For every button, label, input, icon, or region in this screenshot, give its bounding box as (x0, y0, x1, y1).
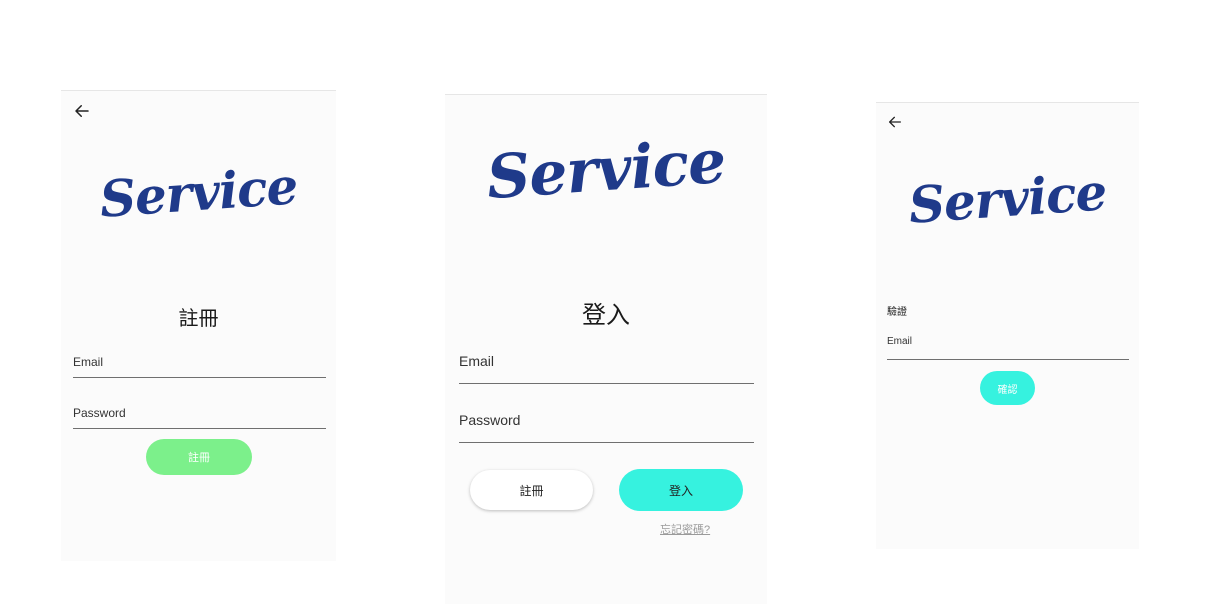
verify-screen: Service 驗證 Email 確認 (876, 102, 1139, 549)
password-placeholder: Password (459, 412, 521, 428)
page-title: 驗證 (887, 307, 907, 318)
service-logo: Service (484, 126, 728, 214)
page-title: 註冊 (178, 308, 219, 330)
page-title: 登入 (582, 302, 630, 329)
register-button[interactable]: 註冊 (146, 439, 252, 475)
back-arrow-icon[interactable] (73, 102, 91, 120)
back-arrow-icon[interactable] (887, 114, 903, 130)
register-screen: Service 註冊 Email Password 註冊 (61, 90, 336, 561)
email-field[interactable]: Email (459, 343, 754, 384)
email-placeholder: Email (887, 336, 913, 347)
email-placeholder: Email (459, 353, 495, 369)
email-placeholder: Email (73, 355, 104, 369)
forgot-password-link[interactable]: 忘記密碼? (660, 521, 710, 537)
password-field[interactable]: Password (73, 394, 326, 429)
register-button[interactable]: 註冊 (470, 470, 593, 510)
service-logo: Service (906, 162, 1109, 235)
email-field[interactable]: Email (887, 325, 1129, 360)
email-field[interactable]: Email (73, 343, 326, 378)
login-screen: Service 登入 Email Password 註冊 登入 忘記密碼? (445, 94, 767, 604)
password-placeholder: Password (73, 406, 126, 420)
confirm-button[interactable]: 確認 (980, 371, 1035, 405)
password-field[interactable]: Password (459, 402, 754, 443)
service-logo: Service (97, 156, 300, 229)
login-button[interactable]: 登入 (619, 469, 743, 511)
